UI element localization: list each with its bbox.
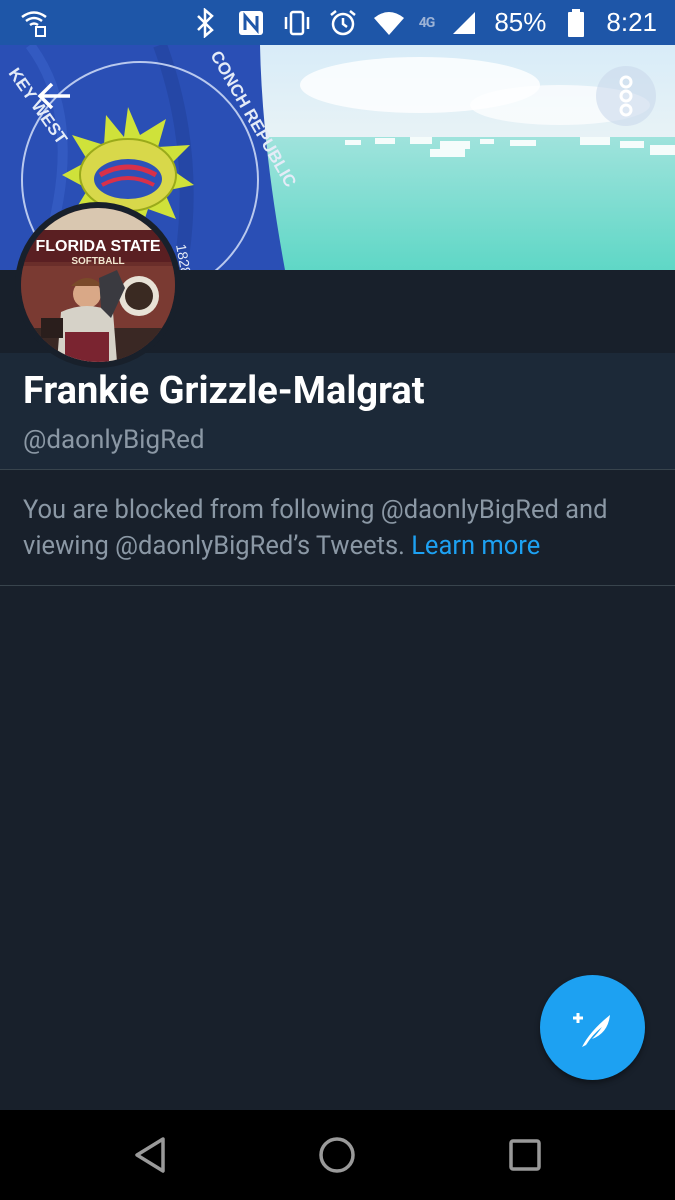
alarm-icon: [327, 7, 359, 39]
battery-icon: [560, 7, 592, 39]
bluetooth-icon: [189, 7, 221, 39]
network-type-label: 4G: [418, 14, 436, 31]
back-button[interactable]: [28, 70, 80, 122]
clock: 8:21: [606, 7, 657, 37]
wifi-icon: [373, 7, 405, 39]
learn-more-link[interactable]: Learn more: [411, 531, 540, 561]
blocked-notice: You are blocked from following @daonlyBi…: [23, 492, 653, 564]
compose-tweet-button[interactable]: [540, 975, 645, 1080]
divider: [0, 469, 675, 470]
compose-tweet-icon: [572, 1012, 610, 1047]
nav-back-button[interactable]: [125, 1130, 175, 1180]
avatar[interactable]: FLORIDA STATE SOFTBALL: [15, 202, 181, 368]
wifi-call-icon: [18, 7, 50, 39]
triangle-back-icon: [135, 1137, 165, 1173]
avatar-sign-title: FLORIDA STATE: [35, 238, 160, 255]
square-recents-icon: [509, 1139, 541, 1171]
signal-icon: [448, 7, 480, 39]
more-options-button[interactable]: [596, 66, 656, 126]
battery-percent: 85%: [494, 7, 547, 37]
nfc-icon: [235, 7, 267, 39]
nav-recents-button[interactable]: [500, 1130, 550, 1180]
profile-header: Frankie Grizzle-Malgrat @daonlyBigRed: [0, 353, 675, 469]
profile-handle: @daonlyBigRed: [23, 425, 205, 455]
vibrate-icon: [281, 7, 313, 39]
status-bar: 4G 85% 8:21: [0, 0, 675, 45]
system-nav-bar: [0, 1110, 675, 1200]
divider: [0, 585, 675, 586]
arrow-left-icon: [37, 82, 70, 110]
nav-home-button[interactable]: [312, 1130, 362, 1180]
circle-home-icon: [319, 1137, 355, 1173]
avatar-sign-subtitle: SOFTBALL: [71, 256, 124, 267]
more-vertical-icon: [619, 75, 633, 117]
profile-name: Frankie Grizzle-Malgrat: [23, 369, 425, 413]
